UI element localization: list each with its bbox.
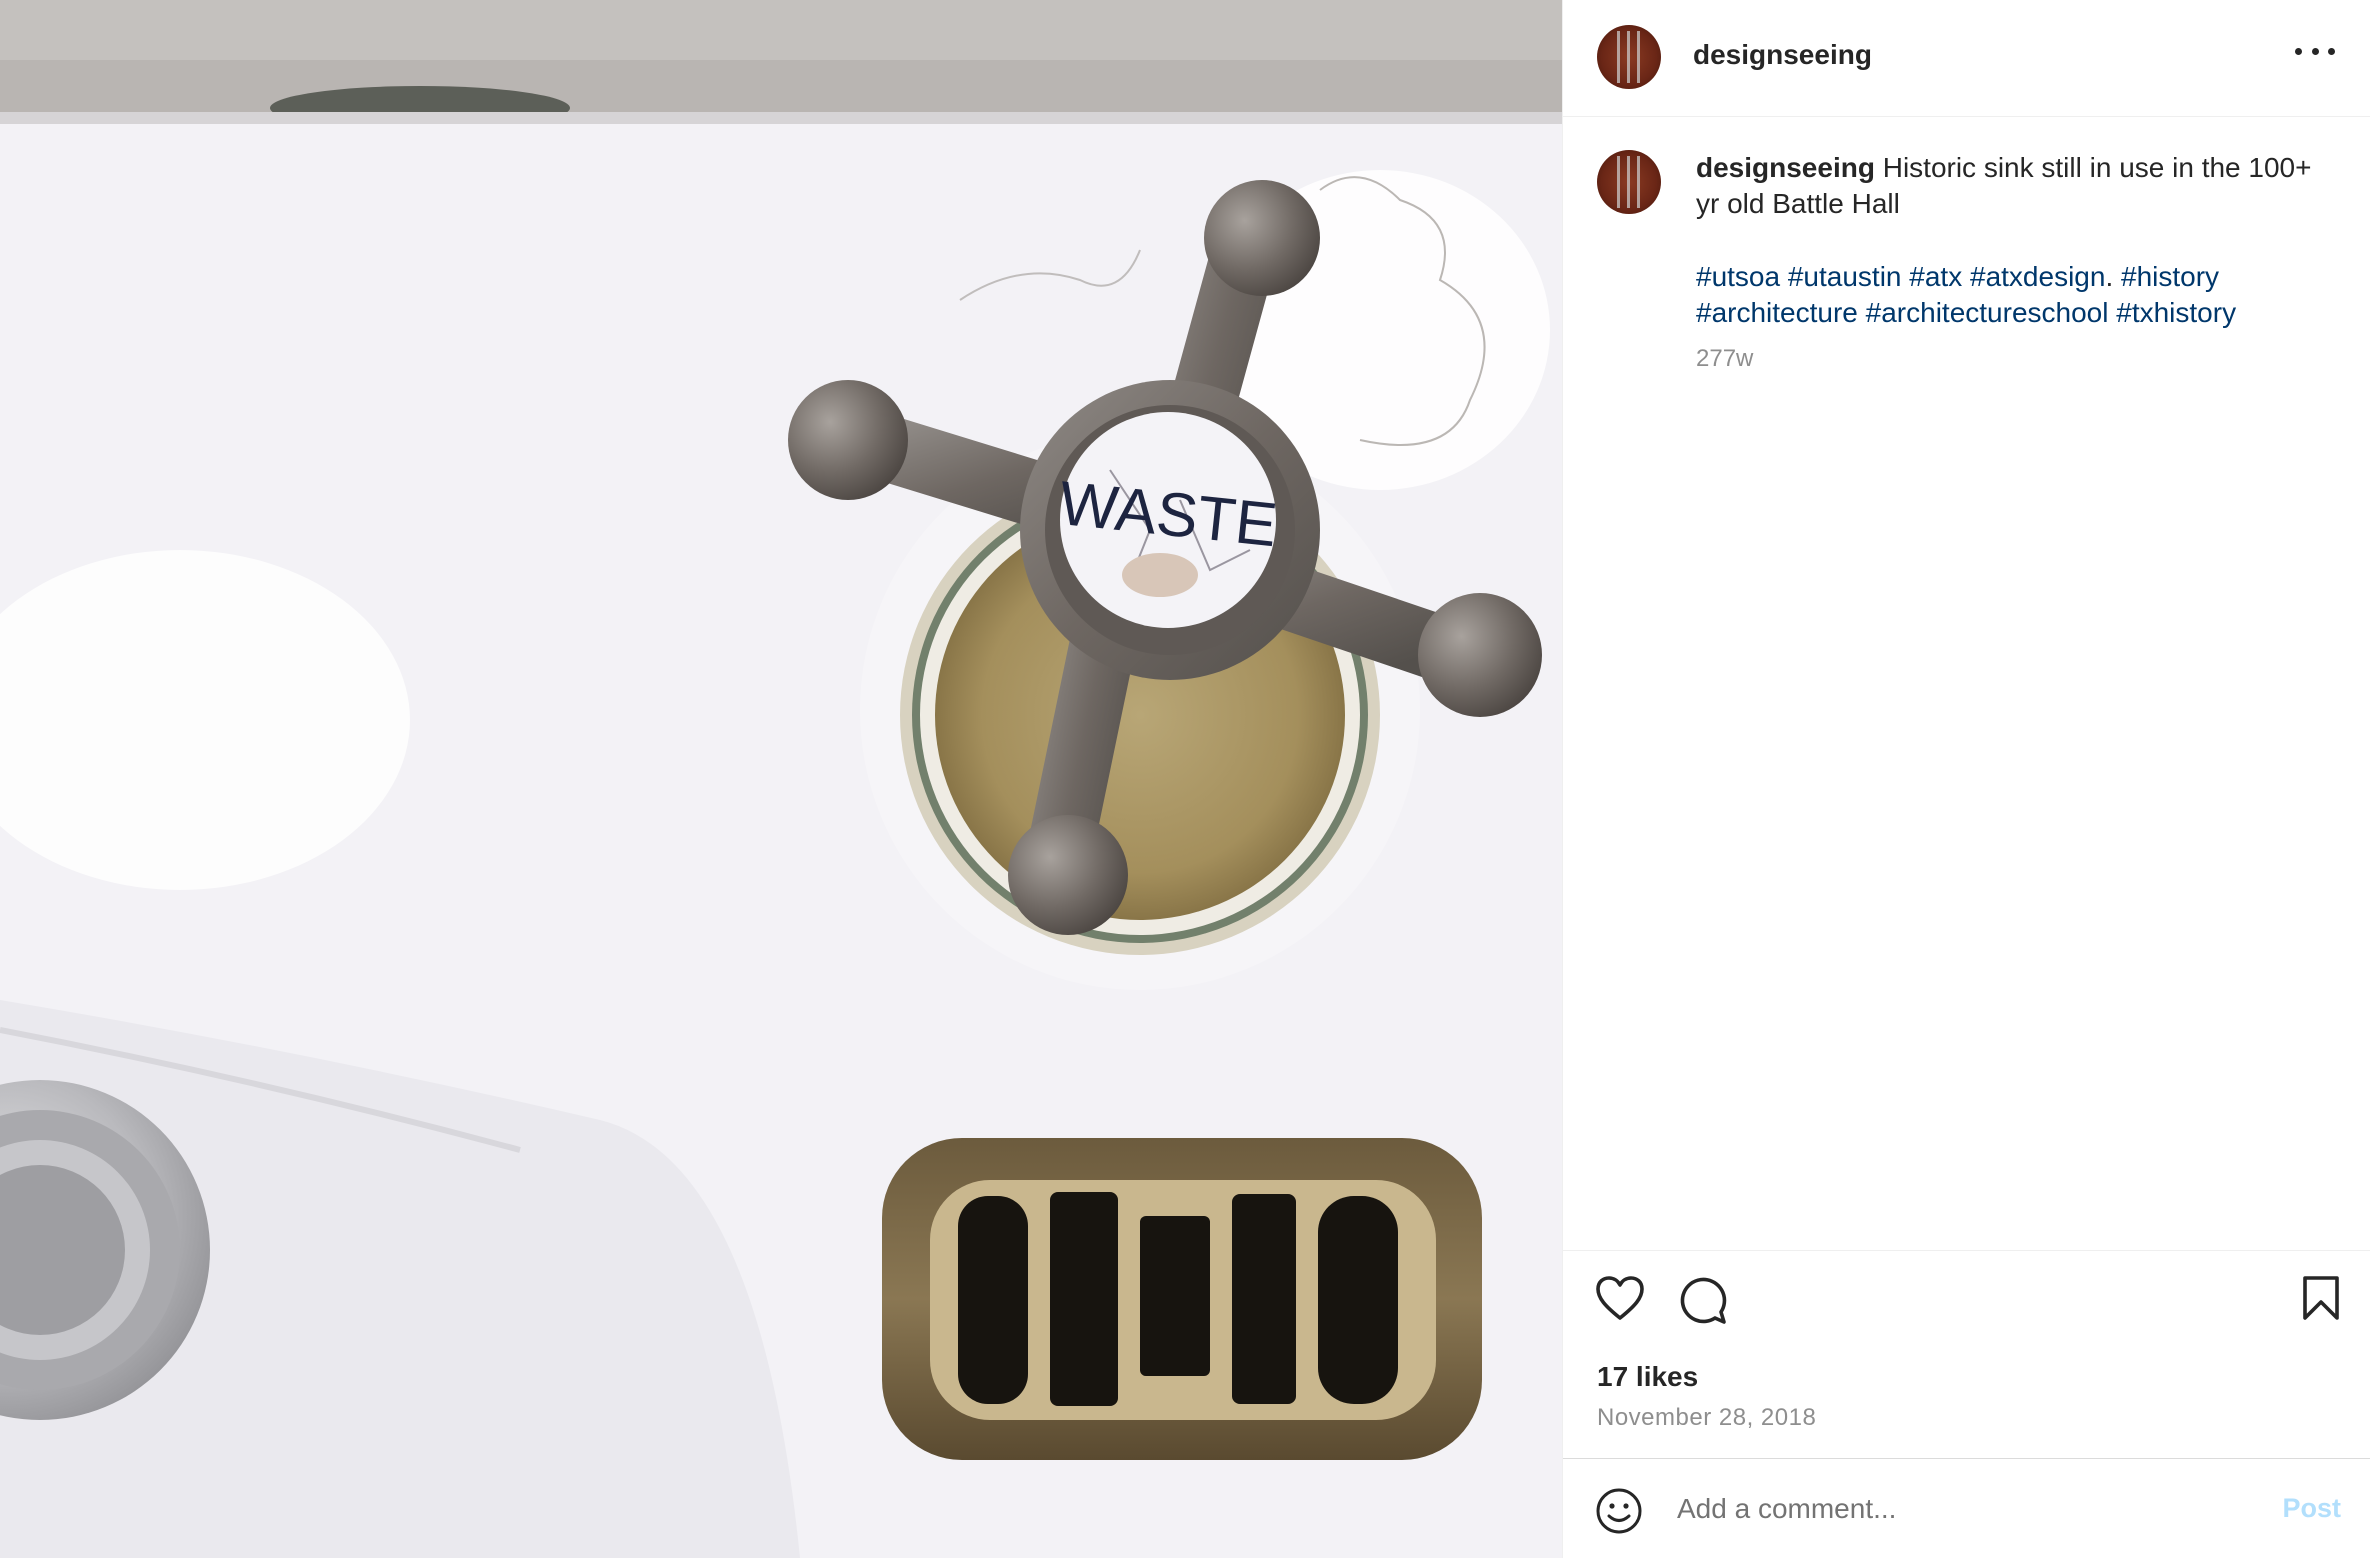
caption-avatar[interactable] <box>1597 150 1661 214</box>
hashtag-link[interactable]: #architecture <box>1696 297 1858 328</box>
hashtag-link[interactable]: #history <box>2121 261 2219 292</box>
hashtag-link[interactable]: #architectureschool <box>1866 297 2109 328</box>
hashtag-separator: . <box>2105 261 2114 292</box>
more-horizontal-icon[interactable] <box>2295 44 2335 58</box>
comment-icon[interactable] <box>1677 1275 1727 1330</box>
bookmark-icon[interactable] <box>2301 1275 2341 1326</box>
header-username[interactable]: designseeing <box>1693 39 1872 71</box>
hashtag-link[interactable]: #atxdesign <box>1970 261 2105 292</box>
post-comment-button[interactable]: Post <box>2282 1493 2341 1524</box>
instagram-post-page: WASTE designseeing designseeing Historic… <box>0 0 2370 1558</box>
hashtag-link[interactable]: #utsoa <box>1696 261 1780 292</box>
hashtag-link[interactable]: #atx <box>1909 261 1962 292</box>
hashtag-link[interactable]: #txhistory <box>2116 297 2236 328</box>
avatar[interactable] <box>1597 25 1661 89</box>
post-date: November 28, 2018 <box>1597 1404 1817 1431</box>
post-photo[interactable]: WASTE <box>0 0 1562 1558</box>
heart-icon[interactable] <box>1595 1275 1645 1326</box>
post-header: designseeing <box>1563 0 2370 117</box>
post-age[interactable]: 277w <box>1696 345 1753 373</box>
comment-bar: Post <box>1563 1458 2370 1558</box>
hashtag-link[interactable]: #utaustin <box>1788 261 1902 292</box>
post-caption: designseeing Historic sink still in use … <box>1696 150 2336 222</box>
likes-count[interactable]: 17 likes <box>1597 1361 1698 1393</box>
post-actions: 17 likes November 28, 2018 <box>1563 1250 2370 1460</box>
comment-input[interactable] <box>1675 1485 2219 1533</box>
sink-photo-illustration: WASTE <box>0 0 1562 1558</box>
emoji-icon[interactable] <box>1595 1487 1643 1540</box>
post-sidebar: designseeing designseeing Historic sink … <box>1562 0 2370 1558</box>
caption-username[interactable]: designseeing <box>1696 152 1875 183</box>
hashtags: #utsoa #utaustin #atx #atxdesign. #histo… <box>1696 259 2336 331</box>
